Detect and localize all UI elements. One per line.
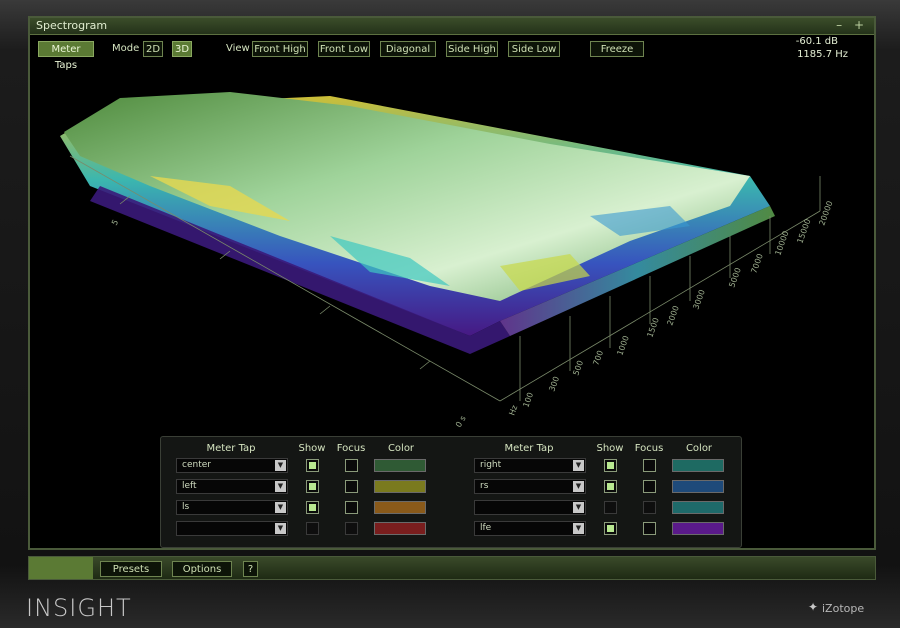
meter-tap-select-right-3[interactable]: ▼ [474, 500, 586, 515]
freq-label: 100 [521, 391, 535, 408]
focus-checkbox-right-4[interactable] [643, 522, 656, 535]
show-checkbox-left-4[interactable] [306, 522, 319, 535]
meter-tap-select-right-2[interactable]: rs ▼ [474, 479, 586, 494]
header-focus-left: Focus [336, 443, 366, 454]
header-meter-tap-left: Meter Tap [206, 443, 256, 454]
focus-checkbox-right-3[interactable] [643, 501, 656, 514]
freq-label: Hz [507, 404, 519, 417]
chevron-down-icon: ▼ [573, 523, 584, 534]
izotope-logo-icon: ✦ [808, 600, 819, 614]
bottom-bar: Presets Options ? [28, 556, 876, 580]
show-checkbox-right-2[interactable] [604, 480, 617, 493]
chevron-down-icon: ▼ [275, 481, 286, 492]
header-color-left: Color [387, 443, 415, 454]
company-logo: iZotope [822, 602, 865, 615]
freq-label: 15000 [795, 218, 812, 245]
header-show-left: Show [298, 443, 326, 454]
color-swatch-left-1[interactable] [374, 459, 426, 472]
presets-button[interactable]: Presets [100, 561, 162, 577]
freq-label: 700 [591, 349, 605, 366]
meter-tap-value: ls [182, 502, 190, 512]
meter-tap-select-right-4[interactable]: lfe ▼ [474, 521, 586, 536]
header-color-right: Color [685, 443, 713, 454]
meter-tap-value: rs [480, 481, 489, 491]
header-show-right: Show [596, 443, 624, 454]
help-button[interactable]: ? [243, 561, 258, 577]
meter-tap-select-left-1[interactable]: center ▼ [176, 458, 288, 473]
chevron-down-icon: ▼ [275, 502, 286, 513]
freq-label: 500 [571, 359, 585, 376]
freq-label: 3000 [691, 288, 706, 310]
meter-tap-value: lfe [480, 523, 492, 533]
color-swatch-right-4[interactable] [672, 522, 724, 535]
active-tab-indicator[interactable] [29, 557, 93, 579]
chevron-down-icon: ▼ [573, 460, 584, 471]
meter-tap-value: right [480, 460, 502, 470]
freq-label: 10000 [773, 230, 790, 257]
show-checkbox-left-1[interactable] [306, 459, 319, 472]
show-checkbox-right-1[interactable] [604, 459, 617, 472]
meter-tap-select-left-4[interactable]: ▼ [176, 521, 288, 536]
header-focus-right: Focus [634, 443, 664, 454]
color-swatch-right-1[interactable] [672, 459, 724, 472]
focus-checkbox-left-4[interactable] [345, 522, 358, 535]
header-meter-tap-right: Meter Tap [504, 443, 554, 454]
color-swatch-right-3[interactable] [672, 501, 724, 514]
meter-tap-value: center [182, 460, 211, 470]
freq-label: 7000 [749, 252, 764, 274]
panel-title: Spectrogram [36, 19, 108, 32]
color-swatch-left-2[interactable] [374, 480, 426, 493]
meter-tap-value: left [182, 481, 197, 491]
chevron-down-icon: ▼ [275, 460, 286, 471]
spectrogram-3d-plot[interactable]: 5 0 s Hz 100 300 500 700 1000 1500 2000 … [30, 36, 874, 436]
freq-label: 2000 [665, 304, 680, 326]
show-checkbox-right-4[interactable] [604, 522, 617, 535]
time-axis-label-5: 5 [110, 218, 120, 227]
freq-label: 1500 [645, 316, 660, 338]
focus-checkbox-left-1[interactable] [345, 459, 358, 472]
show-checkbox-left-2[interactable] [306, 480, 319, 493]
color-swatch-left-4[interactable] [374, 522, 426, 535]
focus-checkbox-left-2[interactable] [345, 480, 358, 493]
meter-tap-table: Meter Tap Show Focus Color Meter Tap Sho… [160, 436, 742, 548]
panel-titlebar: Spectrogram – + [30, 18, 874, 35]
meter-tap-select-left-2[interactable]: left ▼ [176, 479, 288, 494]
show-checkbox-left-3[interactable] [306, 501, 319, 514]
options-button[interactable]: Options [172, 561, 232, 577]
focus-checkbox-right-2[interactable] [643, 480, 656, 493]
product-logo: INSIGHT [26, 594, 132, 622]
chevron-down-icon: ▼ [573, 502, 584, 513]
meter-tap-select-right-1[interactable]: right ▼ [474, 458, 586, 473]
focus-checkbox-right-1[interactable] [643, 459, 656, 472]
window-controls[interactable]: – + [836, 18, 868, 32]
freq-label: 1000 [615, 334, 630, 356]
show-checkbox-right-3[interactable] [604, 501, 617, 514]
chevron-down-icon: ▼ [275, 523, 286, 534]
meter-tap-select-left-3[interactable]: ls ▼ [176, 500, 288, 515]
chevron-down-icon: ▼ [573, 481, 584, 492]
time-axis-label-0: 0 s [454, 414, 468, 429]
freq-label: 300 [547, 375, 561, 392]
color-swatch-right-2[interactable] [672, 480, 724, 493]
color-swatch-left-3[interactable] [374, 501, 426, 514]
focus-checkbox-left-3[interactable] [345, 501, 358, 514]
